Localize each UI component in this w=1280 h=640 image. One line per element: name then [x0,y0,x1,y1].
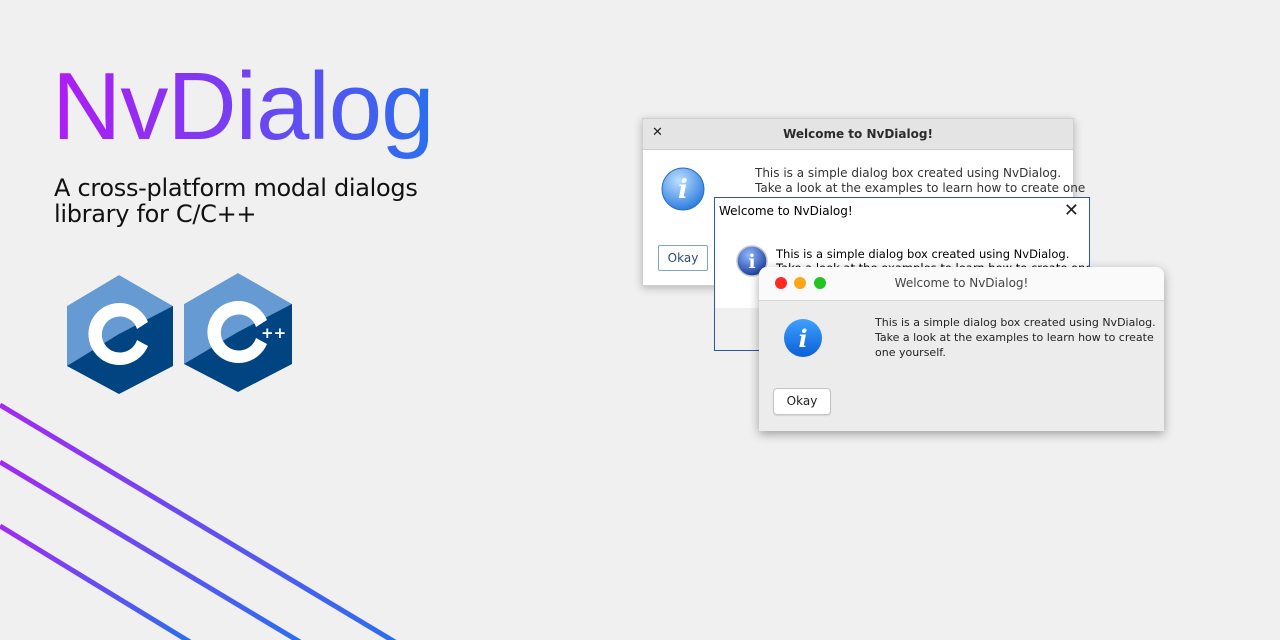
decorative-lines [0,402,397,640]
windows-message-line-1: This is a simple dialog box created usin… [776,247,1070,261]
gtk-titlebar: ✕ Welcome to NvDialog! [643,119,1073,150]
svg-text:i: i [798,324,807,353]
page-title: NvDialog [52,53,434,160]
gtk-dialog-message: This is a simple dialog box created usin… [755,166,1085,196]
windows-titlebar: Welcome to NvDialog! ✕ [715,198,1089,224]
mac-okay-button[interactable]: Okay [773,388,831,415]
info-icon: i [784,319,822,357]
cpp-logo: ++ [184,273,292,392]
svg-text:++: ++ [261,324,286,342]
page-subtitle: A cross-platform modal dialogs library f… [54,174,418,228]
gtk-dialog-title: Welcome to NvDialog! [783,127,933,141]
mac-dialog-message: This is a simple dialog box created usin… [875,316,1156,359]
gtk-message-line-2: Take a look at the examples to learn how… [755,181,1086,195]
svg-text:i: i [748,251,755,273]
mac-dialog: Welcome to NvDialog! i This is a simple … [759,267,1164,431]
windows-dialog-title: Welcome to NvDialog! [719,204,853,218]
c-logo [67,275,173,394]
close-icon[interactable]: ✕ [1064,200,1079,221]
gtk-message-line-1: This is a simple dialog box created usin… [755,166,1062,180]
info-icon: i [661,167,705,211]
language-logos: ++ [67,273,292,394]
gtk-okay-button[interactable]: Okay [658,245,708,271]
mac-titlebar: Welcome to NvDialog! [759,267,1164,301]
mac-dialog-title: Welcome to NvDialog! [894,276,1029,290]
svg-text:i: i [678,175,688,205]
